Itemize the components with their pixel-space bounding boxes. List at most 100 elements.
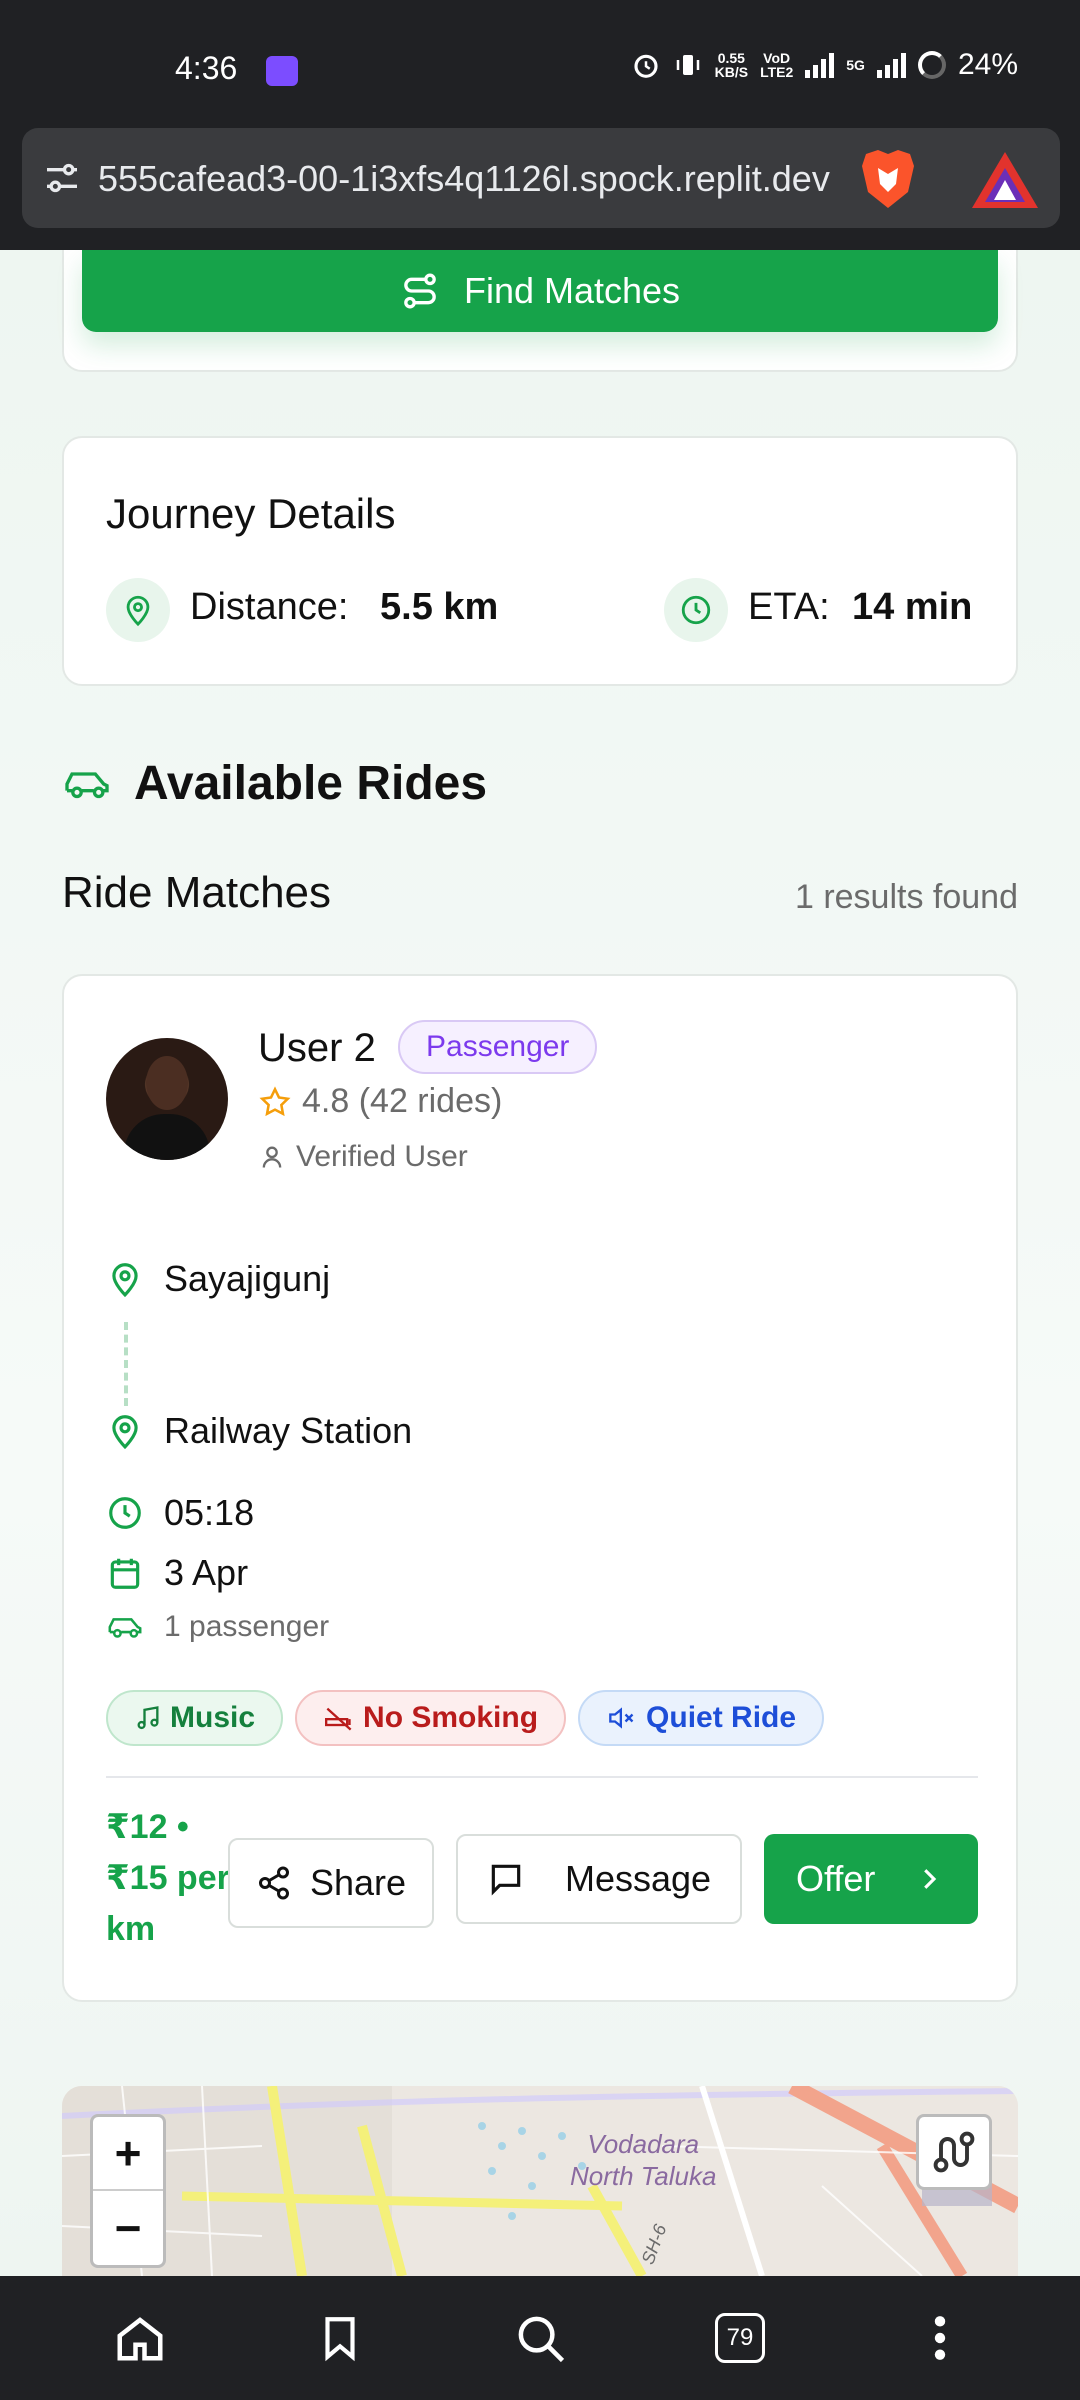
user-rating: 4.8 (42 rides)	[258, 1082, 502, 1121]
url-text[interactable]: 555cafead3-00-1i3xfs4q1126l.spock.replit…	[98, 158, 858, 200]
map-tiles	[62, 2086, 1018, 2276]
eta-label: ETA:	[748, 586, 830, 628]
eta-value: 14 min	[852, 586, 973, 628]
alarm-icon	[634, 54, 658, 78]
ride-time: 05:18	[164, 1492, 255, 1533]
quiet-ride-tag-label: Quiet Ride	[646, 1701, 797, 1734]
verified-text: Verified User	[296, 1140, 468, 1173]
user-name: User 2	[258, 1026, 376, 1070]
zoom-out-button[interactable]: −	[93, 2191, 163, 2265]
menu-button[interactable]	[905, 2303, 975, 2373]
message-label: Message	[564, 1858, 712, 1899]
find-matches-label: Find Matches	[463, 270, 681, 311]
map-place-label: Vodadara North Taluka	[570, 2129, 717, 2191]
message-icon	[491, 1864, 521, 1896]
map-pin-icon	[112, 1263, 138, 1298]
music-icon	[137, 1706, 159, 1730]
route-icon	[933, 2131, 975, 2173]
dropoff-location: Railway Station	[164, 1410, 413, 1451]
distance-value: 5.5 km	[380, 586, 499, 628]
music-tag: Music	[106, 1690, 284, 1746]
offer-label: Offer	[796, 1858, 876, 1899]
route-connector	[124, 1322, 128, 1406]
date-row: 3 Apr	[106, 1552, 248, 1594]
brave-rewards-icon[interactable]	[970, 150, 1040, 210]
message-button[interactable]: Message	[456, 1834, 742, 1924]
route-map[interactable]: + − Vodadara North Taluka SH-6	[62, 2086, 1018, 2276]
status-bar: 4:36 0.55 KB/S VoD LTE2 5G 24%	[0, 0, 1080, 128]
page-content: Find Matches Journey Details Distance: 5…	[0, 250, 1080, 2276]
more-vertical-icon	[934, 2316, 946, 2360]
tab-count: 79	[715, 2313, 765, 2363]
available-rides-heading: Available Rides	[62, 756, 487, 811]
address-bar[interactable]: 555cafead3-00-1i3xfs4q1126l.spock.replit…	[22, 128, 1060, 228]
search-button[interactable]	[505, 2303, 575, 2373]
browser-toolbar: 555cafead3-00-1i3xfs4q1126l.spock.replit…	[0, 128, 1080, 250]
music-tag-label: Music	[170, 1701, 256, 1734]
find-matches-button[interactable]: Find Matches	[82, 250, 998, 332]
home-button[interactable]	[105, 2303, 175, 2373]
search-icon	[518, 2316, 565, 2363]
rating-text: 4.8 (42 rides)	[302, 1082, 503, 1120]
tabs-button[interactable]: 79	[705, 2303, 775, 2373]
home-icon	[117, 2317, 163, 2361]
net-speed: 0.55 KB/S	[714, 50, 749, 80]
signal-icon-2	[876, 52, 906, 78]
journey-title: Journey Details	[106, 490, 396, 537]
user-icon	[262, 1146, 282, 1168]
bookmarks-button[interactable]	[305, 2303, 375, 2373]
offer-button[interactable]: Offer	[764, 1834, 978, 1924]
gallery-notification-icon	[266, 56, 298, 86]
divider	[106, 1776, 978, 1778]
ride-preferences: Music No Smoking Quiet Ride	[106, 1690, 825, 1746]
clock-icon	[664, 578, 728, 642]
status-time: 4:36	[175, 50, 238, 86]
zoom-in-button[interactable]: +	[93, 2117, 163, 2191]
no-smoking-tag: No Smoking	[295, 1690, 567, 1746]
passenger-count: 1 passenger	[164, 1610, 330, 1643]
route-icon	[404, 273, 436, 309]
share-label: Share	[309, 1862, 407, 1903]
volte-indicator: VoD LTE2	[760, 50, 794, 80]
role-badge: Passenger	[398, 1020, 598, 1074]
mute-icon	[609, 1707, 634, 1729]
avatar[interactable]	[106, 1038, 228, 1160]
clock-icon	[109, 1497, 141, 1529]
time-row: 05:18	[106, 1492, 254, 1534]
routing-toggle-button[interactable]	[916, 2114, 992, 2190]
chevron-right-icon	[924, 1869, 937, 1889]
pickup-row: Sayajigunj	[106, 1258, 330, 1300]
map-pin-icon	[112, 1415, 138, 1450]
results-count: 1 results found	[794, 878, 1018, 916]
bookmark-icon	[325, 2317, 355, 2362]
ride-matches-title: Ride Matches	[62, 868, 332, 917]
zoom-controls: + −	[90, 2114, 166, 2268]
distance-label: Distance:	[190, 586, 349, 628]
verified-status: Verified User	[258, 1140, 468, 1174]
calendar-icon	[110, 1558, 140, 1589]
car-icon	[108, 1618, 142, 1638]
share-icon	[258, 1866, 289, 1900]
available-rides-title: Available Rides	[134, 757, 488, 810]
car-icon	[65, 771, 109, 798]
status-icons: 0.55 KB/S VoD LTE2 5G 24%	[631, 48, 1018, 82]
passengers-row: 1 passenger	[106, 1610, 329, 1644]
browser-bottom-bar: 79	[0, 2276, 1080, 2400]
pickup-location: Sayajigunj	[164, 1258, 331, 1299]
site-settings-icon[interactable]	[42, 158, 82, 198]
journey-details-card: Journey Details Distance: 5.5 km ETA: 14…	[62, 436, 1018, 686]
star-icon	[259, 1085, 291, 1116]
brave-shields-icon[interactable]	[858, 148, 918, 210]
map-pin-icon	[106, 578, 170, 642]
dropoff-row: Railway Station	[106, 1410, 412, 1452]
ride-date: 3 Apr	[164, 1552, 249, 1593]
vibrate-icon	[676, 55, 699, 75]
no-smoking-icon	[325, 1707, 352, 1731]
share-button[interactable]: Share	[228, 1838, 434, 1928]
ride-card: User 2 Passenger 4.8 (42 rides) Verified…	[62, 974, 1018, 2002]
no-smoking-tag-label: No Smoking	[363, 1701, 539, 1734]
battery-percent: 24%	[957, 48, 1018, 81]
quiet-ride-tag: Quiet Ride	[578, 1690, 825, 1746]
network-type: 5G	[846, 57, 865, 73]
price: ₹12 • ₹15 per km	[106, 1808, 230, 1948]
